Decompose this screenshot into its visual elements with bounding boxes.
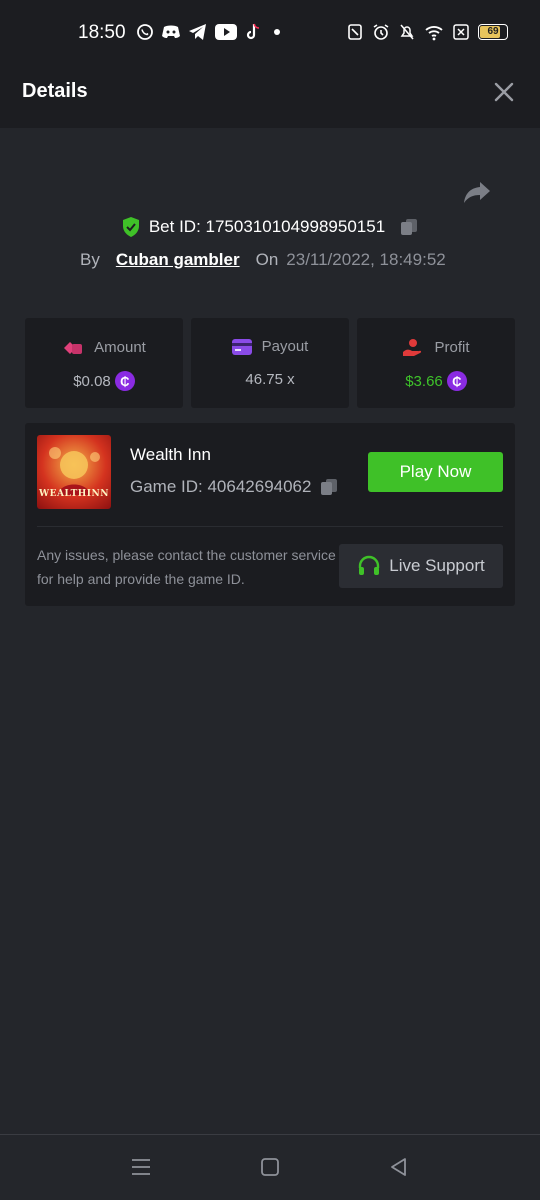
game-thumb-label: WEALTHINN <box>39 489 109 499</box>
profit-header: Profit <box>357 338 515 356</box>
dot-icon <box>274 29 280 35</box>
divider <box>37 526 503 527</box>
nfc-icon <box>348 24 362 40</box>
on-label: On <box>255 250 279 269</box>
bet-meta-row: By Cuban gambler On 23/11/2022, 18:49:52 <box>80 250 446 270</box>
close-icon[interactable] <box>492 80 516 104</box>
amount-value-row: $0.08 ₵ <box>25 371 183 391</box>
coin-icon: ₵ <box>446 371 467 391</box>
wifi-icon <box>425 26 443 41</box>
menu-icon[interactable] <box>129 1155 153 1179</box>
user-link[interactable]: Cuban gambler <box>116 250 240 270</box>
bet-date: 23/11/2022, 18:49:52 <box>286 250 446 269</box>
game-name: Wealth Inn <box>130 445 211 464</box>
battery-icon: 69 <box>478 24 508 40</box>
help-text: Any issues, please contact the customer … <box>37 547 336 587</box>
live-support-button[interactable]: Live Support <box>339 544 503 588</box>
status-bar: 18:50 69 <box>0 0 540 56</box>
notification-icons <box>136 23 285 41</box>
coin-icon: ₵ <box>114 371 135 391</box>
discord-icon <box>162 25 180 38</box>
payout-card: Payout 46.75 x <box>191 318 349 408</box>
by-label: By <box>80 250 100 269</box>
back-icon[interactable] <box>387 1155 411 1179</box>
youtube-icon <box>215 24 237 40</box>
bet-id: Bet ID: 1750310104998950151 <box>148 217 386 236</box>
alarm-icon <box>373 24 389 40</box>
shield-check-icon <box>122 217 139 237</box>
copy-game-id-icon[interactable] <box>319 477 339 497</box>
game-id: Game ID: 40642694062 <box>130 477 312 496</box>
profit-card: Profit $3.66 ₵ <box>357 318 515 408</box>
battery-level: 69 <box>487 26 499 37</box>
tiktok-icon <box>246 23 260 40</box>
payout-header: Payout <box>191 338 349 355</box>
amount-header: Amount <box>25 338 183 356</box>
page-title: Details <box>22 80 88 102</box>
mute-icon <box>400 24 414 40</box>
profit-label: Profit <box>434 338 470 356</box>
amount-icon <box>64 342 83 354</box>
copy-bet-id-icon[interactable] <box>399 217 419 237</box>
telegram-icon <box>189 24 206 40</box>
payout-value: 46.75 x <box>245 371 295 388</box>
game-id-row: Game ID: 40642694062 <box>130 477 339 497</box>
payout-value-row: 46.75 x <box>191 371 349 388</box>
share-icon[interactable] <box>462 180 492 206</box>
profit-hand-icon <box>403 339 422 356</box>
game-thumbnail[interactable]: WEALTHINN <box>37 435 111 509</box>
amount-card: Amount $0.08 ₵ <box>25 318 183 408</box>
status-time: 18:50 <box>78 22 126 43</box>
card-icon <box>231 338 252 355</box>
whatsapp-icon <box>137 24 153 40</box>
amount-label: Amount <box>94 338 146 356</box>
sim-icon <box>453 24 469 40</box>
system-icons: 69 <box>347 23 508 41</box>
page-header: Details <box>0 56 540 128</box>
bet-id-row: Bet ID: 1750310104998950151 <box>0 216 540 238</box>
amount-value: $0.08 <box>73 372 111 390</box>
profit-value: $3.66 <box>405 372 443 390</box>
home-icon[interactable] <box>258 1155 282 1179</box>
payout-label: Payout <box>261 338 309 355</box>
headset-icon <box>359 555 380 575</box>
live-support-label: Live Support <box>389 556 485 575</box>
play-now-button[interactable]: Play Now <box>368 452 503 492</box>
system-nav-bar <box>0 1134 540 1200</box>
profit-value-row: $3.66 ₵ <box>357 371 515 391</box>
game-card: WEALTHINN Wealth Inn Game ID: 4064269406… <box>25 423 515 606</box>
